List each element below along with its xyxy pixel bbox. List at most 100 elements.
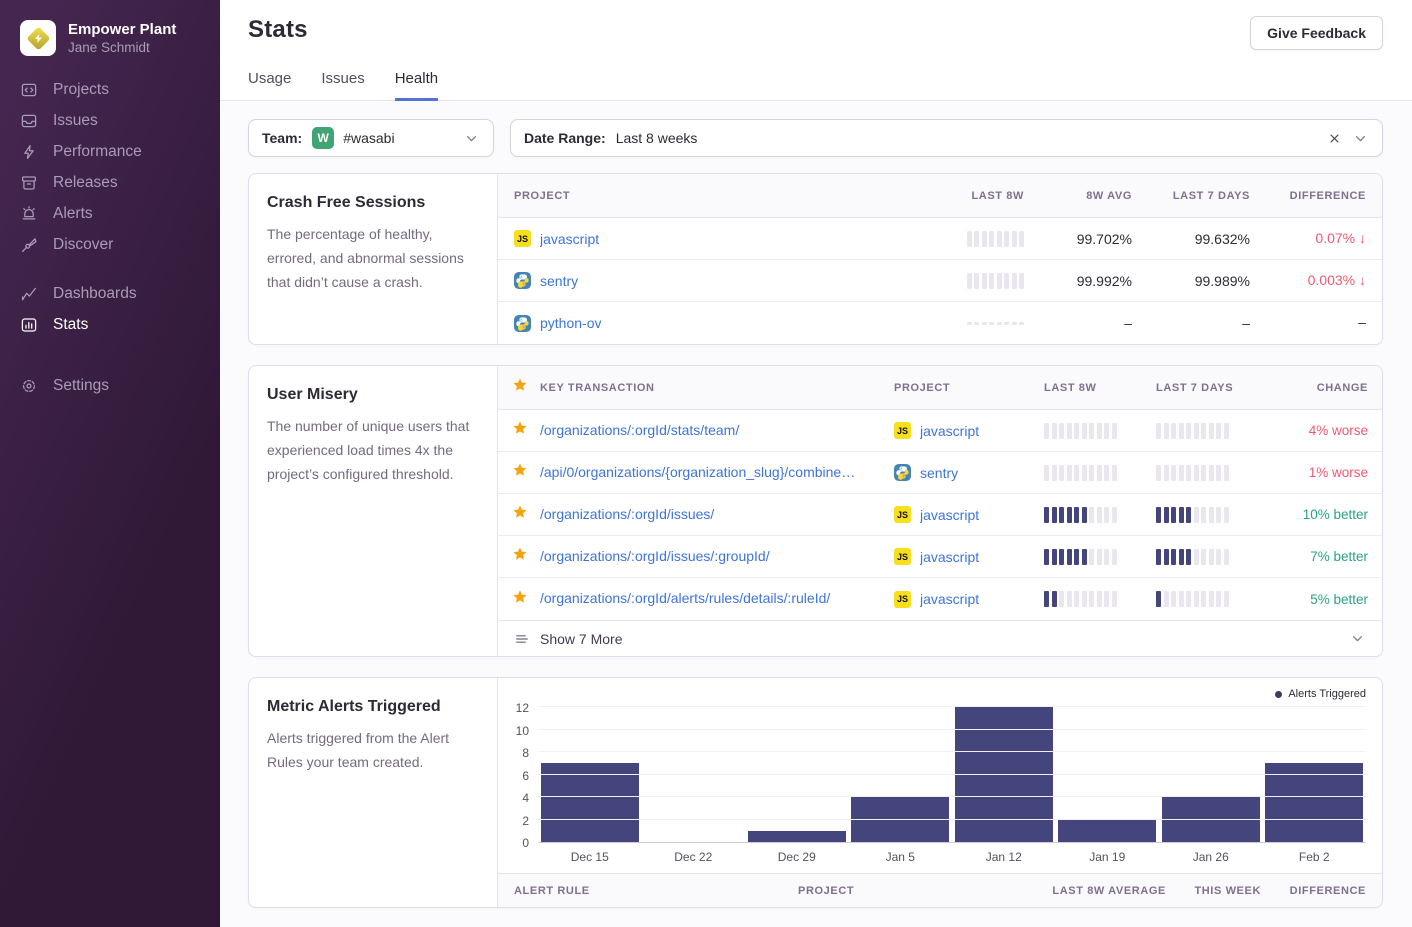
- sidebar-item-dashboards[interactable]: Dashboards: [0, 278, 220, 309]
- show-more-row[interactable]: Show 7 More: [498, 620, 1382, 656]
- spark-cell: [874, 322, 1024, 325]
- key-transaction-star[interactable]: [512, 420, 540, 441]
- sparkline: [1044, 465, 1156, 481]
- star-icon: [512, 589, 528, 605]
- project-link[interactable]: javascript: [540, 231, 599, 247]
- bar[interactable]: [1265, 763, 1363, 842]
- sidebar-item-projects[interactable]: Projects: [0, 74, 220, 105]
- crash-free-info: Crash Free Sessions The percentage of he…: [249, 174, 498, 344]
- key-transaction-star[interactable]: [512, 462, 540, 483]
- team-selector[interactable]: Team: W #wasabi: [248, 119, 494, 157]
- sidebar-item-label: Stats: [53, 316, 88, 334]
- date-range-selector[interactable]: Date Range: Last 8 weeks: [510, 119, 1383, 157]
- team-label: Team:: [262, 130, 302, 146]
- sidebar-item-label: Dashboards: [53, 285, 137, 303]
- sidebar-item-issues[interactable]: Issues: [0, 105, 220, 136]
- sparkline: [1156, 591, 1268, 607]
- spark-bar: [1209, 465, 1214, 481]
- x-tick-label: Dec 29: [745, 850, 849, 864]
- clear-date-icon[interactable]: [1327, 131, 1342, 146]
- releases-icon: [20, 174, 38, 192]
- app-root: Empower Plant Jane Schmidt ProjectsIssue…: [0, 0, 1412, 927]
- table-row: /organizations/:orgId/alerts/rules/detai…: [498, 578, 1382, 620]
- spark-bar: [1201, 591, 1206, 607]
- user-misery-description: The number of unique users that experien…: [267, 414, 479, 486]
- bar[interactable]: [541, 763, 639, 842]
- bar[interactable]: [1058, 820, 1156, 843]
- spark-bar: [974, 231, 979, 247]
- sidebar-item-alerts[interactable]: Alerts: [0, 198, 220, 229]
- spark-bar: [1164, 465, 1169, 481]
- spark-bar: [1194, 591, 1199, 607]
- tab-health[interactable]: Health: [395, 70, 438, 101]
- project-link[interactable]: javascript: [920, 549, 979, 565]
- project-link[interactable]: javascript: [920, 591, 979, 607]
- spark-bar: [1052, 591, 1057, 607]
- transaction-link[interactable]: /organizations/:orgId/issues/:groupId/: [540, 548, 770, 564]
- bar[interactable]: [955, 707, 1053, 842]
- legend-dot-icon: [1275, 691, 1282, 698]
- project-cell: JS javascript: [514, 230, 874, 247]
- list-icon: [514, 631, 530, 647]
- spark-bar: [967, 322, 972, 325]
- last-7d-value: 99.989%: [1132, 273, 1250, 289]
- user-misery-title: User Misery: [267, 386, 479, 404]
- metric-alerts-title: Metric Alerts Triggered: [267, 698, 479, 716]
- stats-icon: [20, 316, 38, 334]
- spark-bar: [1044, 465, 1049, 481]
- x-tick-label: Dec 22: [642, 850, 746, 864]
- transaction-link[interactable]: /organizations/:orgId/alerts/rules/detai…: [540, 590, 830, 606]
- tab-issues[interactable]: Issues: [321, 70, 364, 101]
- spark-bar: [1082, 591, 1087, 607]
- javascript-platform-icon: JS: [514, 230, 531, 247]
- spark-bar: [1044, 591, 1049, 607]
- sidebar-item-stats[interactable]: Stats: [0, 309, 220, 340]
- spark-bar: [1156, 465, 1161, 481]
- javascript-platform-icon: JS: [894, 506, 911, 523]
- project-link[interactable]: javascript: [920, 507, 979, 523]
- project-link[interactable]: python-ov: [540, 315, 601, 331]
- spark-bar: [1082, 549, 1087, 565]
- spark-bar: [989, 322, 994, 325]
- spark-bar: [1201, 549, 1206, 565]
- tab-usage[interactable]: Usage: [248, 70, 291, 101]
- spark-bar: [982, 231, 987, 247]
- bar[interactable]: [1162, 797, 1260, 842]
- x-tick-label: Dec 15: [538, 850, 642, 864]
- sidebar-item-settings[interactable]: Settings: [0, 370, 220, 401]
- chevron-down-icon[interactable]: [1349, 630, 1366, 647]
- give-feedback-button[interactable]: Give Feedback: [1250, 16, 1383, 50]
- alerts-bar-chart: Alerts Triggered 024681012 Dec 15Dec 22D…: [498, 678, 1382, 873]
- sidebar-item-releases[interactable]: Releases: [0, 167, 220, 198]
- sparkline: [1044, 591, 1156, 607]
- key-transaction-star[interactable]: [512, 546, 540, 567]
- key-transaction-star[interactable]: [512, 589, 540, 610]
- bar[interactable]: [748, 831, 846, 842]
- spark-bar: [1216, 465, 1221, 481]
- y-tick-label: 4: [522, 792, 529, 804]
- avg-8w-value: –: [1024, 315, 1132, 331]
- y-tick-label: 2: [522, 815, 529, 827]
- project-link[interactable]: javascript: [920, 423, 979, 439]
- key-transaction-star[interactable]: [512, 504, 540, 525]
- difference-cell: 0.003% ↓: [1250, 272, 1366, 290]
- x-tick-label: Jan 5: [849, 850, 953, 864]
- table-row: sentry99.992%99.989%0.003% ↓: [498, 260, 1382, 302]
- spark-bar: [1052, 507, 1057, 523]
- star-icon: [512, 377, 528, 393]
- spark-bar: [1059, 549, 1064, 565]
- transaction-link[interactable]: /organizations/:orgId/stats/team/: [540, 422, 739, 438]
- project-link[interactable]: sentry: [540, 273, 578, 289]
- sidebar-item-performance[interactable]: Performance: [0, 136, 220, 167]
- projects-icon: [20, 81, 38, 99]
- spark-bar: [1216, 591, 1221, 607]
- date-range-value: Last 8 weeks: [616, 130, 698, 146]
- bar[interactable]: [851, 797, 949, 842]
- spark-bar: [1216, 507, 1221, 523]
- sidebar-item-discover[interactable]: Discover: [0, 229, 220, 260]
- project-link[interactable]: sentry: [920, 465, 958, 481]
- transaction-link[interactable]: /api/0/organizations/{organization_slug}…: [540, 464, 855, 480]
- transaction-link[interactable]: /organizations/:orgId/issues/: [540, 506, 714, 522]
- spark-bar: [1044, 423, 1049, 439]
- org-switcher[interactable]: Empower Plant Jane Schmidt: [0, 14, 220, 74]
